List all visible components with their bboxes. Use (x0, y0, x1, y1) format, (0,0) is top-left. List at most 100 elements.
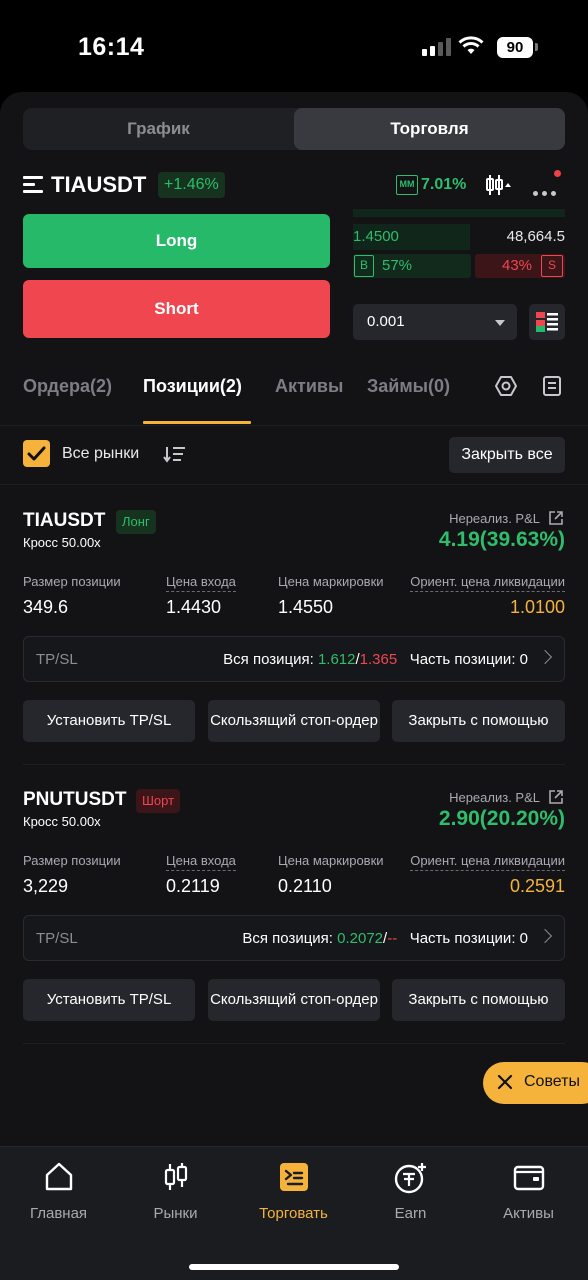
nav-markets[interactable]: Рынки (117, 1147, 234, 1247)
short-button[interactable]: Short (23, 280, 330, 338)
nav-earn[interactable]: Earn (352, 1147, 469, 1247)
position-size-value: 3,229 (23, 876, 69, 896)
active-tab-indicator (143, 421, 251, 424)
unrealized-pnl-value: 4.19(39.63%) (438, 528, 565, 551)
checkmark-icon (27, 446, 46, 461)
tab-positions[interactable]: Позиции(2) (143, 376, 242, 397)
ticker-header: TIAUSDT +1.46% MM 7.01% (23, 170, 565, 200)
chevron-right-icon (537, 928, 553, 944)
close-with-button[interactable]: Закрыть с помощью (392, 700, 565, 742)
position-side-badge: Шорт (136, 789, 181, 813)
nav-home[interactable]: Главная (0, 1147, 117, 1247)
liquidation-price-value: 1.0100 (509, 597, 565, 617)
tips-button[interactable]: Советы (483, 1062, 588, 1104)
wallet-icon (513, 1165, 544, 1191)
buy-tag: B (354, 255, 374, 277)
price-precision-value: 0.001 (367, 313, 405, 330)
pair-symbol[interactable]: TIAUSDT (51, 170, 146, 200)
set-tpsl-button[interactable]: Установить TP/SL (23, 979, 195, 1021)
share-external-icon[interactable] (548, 789, 564, 805)
liquidation-price-value: 0.2591 (509, 876, 565, 896)
status-bar: 16:14 90 (0, 0, 588, 92)
bottom-nav: Главная Рынки Торговать Earn Активы (0, 1146, 588, 1280)
mm-ratio: 7.01% (421, 176, 467, 193)
position-size-value: 349.6 (23, 597, 69, 617)
tab-trade[interactable]: Торговля (294, 108, 565, 150)
all-markets-label[interactable]: Все рынки (62, 445, 139, 463)
take-profit-value: 1.612 (317, 651, 356, 668)
position-actions: Установить TP/SL Скользящий стоп-ордер З… (23, 979, 565, 1021)
chevron-right-icon (537, 649, 553, 665)
price-change-badge: +1.46% (158, 172, 225, 198)
stop-loss-value: 1.365 (359, 651, 398, 668)
tpsl-row[interactable]: TP/SL Вся позиция: 1.612/1.365 Часть поз… (23, 636, 565, 682)
divider (23, 764, 565, 765)
orderbook-depth-bar (353, 209, 565, 217)
nav-assets[interactable]: Активы (470, 1147, 587, 1247)
tpsl-label: TP/SL (36, 651, 78, 668)
orderbook-layout-icon (536, 312, 558, 332)
close-with-button[interactable]: Закрыть с помощью (392, 979, 565, 1021)
nav-label: Активы (503, 1205, 554, 1222)
set-tpsl-button[interactable]: Установить TP/SL (23, 700, 195, 742)
position-symbol[interactable]: TIAUSDT (23, 510, 105, 532)
close-icon[interactable] (496, 1073, 514, 1091)
buy-sell-ratio: B 57% 43% S (353, 254, 565, 278)
nav-label: Earn (394, 1205, 427, 1222)
take-profit-value: 0.2072 (337, 930, 384, 947)
pair-menu-icon[interactable] (23, 176, 45, 194)
more-options-icon[interactable] (533, 183, 560, 201)
unrealized-pnl-value: 2.90(20.20%) (438, 807, 565, 830)
all-markets-checkbox[interactable] (23, 440, 50, 467)
long-button[interactable]: Long (23, 214, 330, 268)
position-size-label: Размер позиции (23, 574, 121, 589)
stop-loss-value: -- (387, 930, 398, 947)
unrealized-pnl-label: Нереализ. P&L (449, 790, 540, 805)
price-precision-select[interactable]: 0.001 (353, 304, 517, 340)
home-icon (45, 1162, 72, 1191)
liquidation-price-label[interactable]: Ориент. цена ликвидации (410, 853, 565, 871)
view-toggle: График Торговля (23, 108, 565, 150)
battery-indicator: 90 (497, 37, 533, 58)
tab-chart[interactable]: График (23, 108, 294, 150)
trade-icon (279, 1163, 308, 1191)
orderbook-row[interactable]: 1.4500 48,664.5 (353, 224, 565, 250)
tpsl-info: Вся позиция: 1.612/1.365 Часть позиции: … (223, 651, 528, 668)
chevron-down-icon (495, 320, 505, 326)
position-symbol[interactable]: PNUTUSDT (23, 789, 126, 811)
settings-hex-icon[interactable] (494, 374, 518, 398)
mark-price-label: Цена маркировки (278, 853, 384, 868)
orderbook-mode-button[interactable] (529, 304, 565, 340)
margin-mode: Кросс 50.00x (23, 814, 101, 829)
close-all-button[interactable]: Закрыть все (449, 437, 565, 473)
trailing-stop-button[interactable]: Скользящий стоп-ордер (208, 700, 380, 742)
full-position-label: Вся позиция: (223, 651, 314, 668)
positions-tabs: Ордера(2) Позиции(2) Активы Займы(0) (0, 360, 588, 426)
tab-assets[interactable]: Активы (275, 376, 343, 397)
tpsl-label: TP/SL (36, 930, 78, 947)
nav-label: Главная (29, 1205, 88, 1222)
tab-orders[interactable]: Ордера(2) (23, 376, 112, 397)
tab-loans[interactable]: Займы(0) (367, 376, 450, 397)
sell-percent: 43% (502, 257, 533, 274)
tpsl-row[interactable]: TP/SL Вся позиция: 0.2072/-- Часть позиц… (23, 915, 565, 961)
status-time: 16:14 (78, 33, 145, 61)
filter-row: Все рынки Закрыть все (0, 427, 588, 485)
liquidation-price-label[interactable]: Ориент. цена ликвидации (410, 574, 565, 592)
nav-trade[interactable]: Торговать (235, 1147, 352, 1247)
notification-dot (554, 170, 561, 177)
share-external-icon[interactable] (548, 510, 564, 526)
mm-label: MM (396, 175, 418, 195)
partial-position-label: Часть позиции: 0 (409, 651, 528, 668)
tips-label: Советы (524, 1073, 580, 1090)
trailing-stop-button[interactable]: Скользящий стоп-ордер (208, 979, 380, 1021)
entry-price-label: Цена входа (166, 574, 236, 592)
sort-icon[interactable] (163, 445, 187, 463)
candlestick-icon[interactable] (485, 173, 511, 197)
history-list-icon[interactable] (542, 375, 562, 397)
trade-sheet: График Торговля TIAUSDT +1.46% MM 7.01% … (0, 92, 588, 1280)
buy-percent: 57% (382, 257, 413, 274)
nav-label: Торговать (259, 1205, 328, 1222)
sell-tag: S (541, 255, 563, 277)
divider (23, 1043, 565, 1044)
